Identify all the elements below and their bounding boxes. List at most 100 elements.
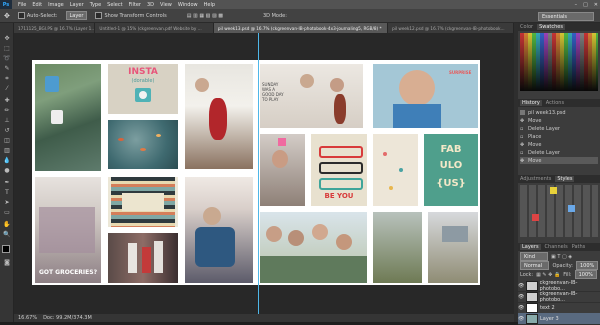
groceries-caption: GOT GROCERIES? [38,269,98,276]
menu-type[interactable]: Type [90,2,101,8]
stamp-tool-icon[interactable]: ⊥ [3,117,11,124]
quick-select-tool-icon[interactable]: ✎ [3,65,11,72]
dodge-tool-icon[interactable]: ● [3,167,11,174]
minimize-button[interactable]: – [575,2,578,8]
center-guide-line[interactable] [258,33,259,314]
document-tab[interactable]: 1711125_BGI.PS @ 16.7% (Layer 1... [14,23,96,33]
tab-styles[interactable]: Styles [555,176,575,182]
3d-mode-label: 3D Mode: [262,12,287,19]
history-step-current[interactable]: ✥ Move [520,157,598,164]
auto-select-option[interactable]: Auto-Select: [17,12,58,19]
fab-line-3: {US} [436,178,466,189]
tab-history[interactable]: History [520,100,542,106]
menu-filter[interactable]: Filter [129,2,141,8]
fab-line-2: ULO [439,160,463,171]
history-snapshot-label: pil week13.psd [528,109,566,116]
lasso-tool-icon[interactable]: ➰ [3,55,11,62]
camera-icon [135,88,151,102]
zoom-level[interactable]: 16.67% [18,315,37,321]
history-step[interactable]: ▫ Place [520,133,598,140]
menu-file[interactable]: File [18,2,26,8]
pen-tool-icon[interactable]: ✒ [3,179,11,186]
transform-controls-label: Show Transform Controls [104,12,167,19]
eye-icon[interactable]: 👁 [518,283,524,289]
history-step-label: Move [528,141,542,148]
menu-help[interactable]: Help [204,2,215,8]
tab-swatches[interactable]: Swatches [537,24,565,30]
eye-icon[interactable]: 👁 [518,305,524,311]
layers-filter-row: Kind ▣ T ▢ ◈ [520,252,598,261]
tab-color[interactable]: Color [520,24,533,30]
tab-actions[interactable]: Actions [546,100,564,106]
transform-controls-option[interactable]: Show Transform Controls [95,12,167,19]
menu-window[interactable]: Window [178,2,198,8]
history-step[interactable]: ✥ Move [520,117,598,124]
eye-icon[interactable]: 👁 [518,316,524,322]
swatches-grid[interactable] [520,33,598,91]
move-tool-icon[interactable]: ✥ [4,12,10,20]
photo-group-selfie [260,212,367,283]
workspace-dropdown[interactable]: Essentials [538,12,594,21]
fab-line-1: FAB [440,144,462,155]
crop-tool-icon[interactable]: ⌗ [3,75,11,82]
quick-mask-icon[interactable]: ◙ [3,259,11,266]
hand-tool-icon[interactable]: ✋ [3,221,11,228]
tools-panel: ✥ ⬚ ➰ ✎ ⌗ ⁄ ✚ ✏ ⊥ ↺ ◫ ▥ 💧 ● ✒ T ➤ ▭ ✋ 🔍 … [0,23,14,322]
eraser-tool-icon[interactable]: ◫ [3,137,11,144]
history-panel-header: History Actions [518,99,600,107]
insta-subtitle: (dorable) [131,78,155,84]
menu-edit[interactable]: Edit [32,2,42,8]
insta-title: INSTA [128,67,158,77]
history-step[interactable]: ▫ Delete Layer [520,149,598,156]
history-step[interactable]: ✥ Move [520,141,598,148]
maximize-button[interactable]: □ [583,2,588,8]
tab-paths[interactable]: Paths [572,244,586,250]
marquee-tool-icon[interactable]: ⬚ [3,45,11,52]
auto-select-checkbox[interactable] [17,12,25,19]
align-icons[interactable]: ▤ ▥ ▦ ▧ ▨ ▩ [187,13,223,19]
workspace-switcher[interactable]: Essentials [538,12,594,21]
menu-view[interactable]: View [160,2,172,8]
transform-controls-checkbox[interactable] [95,12,103,19]
healing-tool-icon[interactable]: ✚ [3,97,11,104]
type-tool-icon[interactable]: T [3,189,11,196]
window-controls: – □ ✕ [575,0,598,9]
blur-tool-icon[interactable]: 💧 [3,157,11,164]
layer-thumbnail [526,313,538,324]
doc-size: Doc: 99.2M/374.3M [43,315,92,321]
history-brush-tool-icon[interactable]: ↺ [3,127,11,134]
opacity-input[interactable]: 100% [576,261,598,270]
menu-3d[interactable]: 3D [147,2,154,8]
layer-row-selected[interactable]: 👁 Layer 3 [518,313,600,325]
menu-image[interactable]: Image [48,2,64,8]
fill-input[interactable]: 100% [574,270,597,279]
styles-grid[interactable] [520,185,598,237]
filter-icons[interactable]: ▣ T ▢ ◈ [551,254,572,260]
history-snapshot[interactable]: pil week13.psd [520,109,598,116]
path-select-tool-icon[interactable]: ➤ [3,199,11,206]
gradient-tool-icon[interactable]: ▥ [3,147,11,154]
shape-tool-icon[interactable]: ▭ [3,209,11,216]
layer-kind-filter[interactable]: Kind [520,252,548,261]
document-tab[interactable]: Untitled-1 @ 15% (ckgreenvan.pdf Website… [95,23,214,33]
tab-layers[interactable]: Layers [520,244,541,250]
photo-boy-couch [185,177,253,283]
blend-mode-dropdown[interactable]: Normal [520,261,550,270]
zoom-tool-icon[interactable]: 🔍 [3,231,11,238]
eye-icon[interactable]: 👁 [518,294,524,300]
move-tool-icon[interactable]: ✥ [3,35,11,42]
auto-select-dropdown[interactable]: Layer [65,11,88,20]
foreground-color-swatch[interactable] [2,245,10,253]
tab-adjustments[interactable]: Adjustments [520,176,551,182]
eyedropper-tool-icon[interactable]: ⁄ [3,85,11,92]
brush-tool-icon[interactable]: ✏ [3,107,11,114]
lock-icons[interactable]: ▦ ✎ ✥ 🔒 [536,272,560,278]
history-step[interactable]: ▫ Delete Layer [520,125,598,132]
tab-channels[interactable]: Channels [545,244,568,250]
document-canvas[interactable]: INSTA (dorable) GOT GROCERIES? SUNDAY WA… [32,60,480,285]
document-tab-active[interactable]: pil week13.psd @ 16.7% (ckgreenvan-IB-ph… [213,23,389,33]
menu-layer[interactable]: Layer [70,2,84,8]
menu-select[interactable]: Select [107,2,122,8]
close-button[interactable]: ✕ [594,2,598,8]
document-tab[interactable]: pil week12.psd @ 16.7% (ckgreenvan-IB-ph… [388,23,514,33]
